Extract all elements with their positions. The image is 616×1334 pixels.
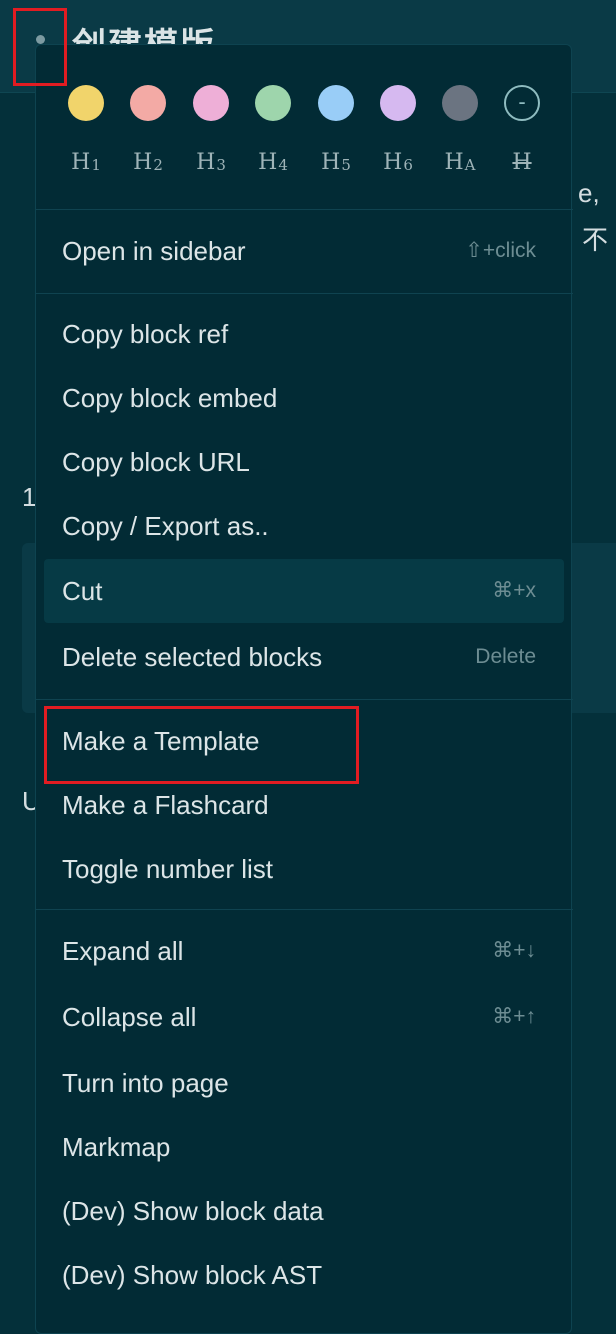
menu-item-shortcut: Delete <box>475 645 536 668</box>
background-text-fragment: e, <box>578 178 600 208</box>
block-context-menu: - H1 H2 H3 H4 H5 H6 HA H Open in sidebar… <box>35 44 573 1334</box>
heading-6-button[interactable]: H6 <box>378 145 418 181</box>
menu-item-shortcut: ⌘+↓ <box>492 939 536 962</box>
menu-item-copy-block-embed[interactable]: Copy block embed <box>44 366 564 430</box>
color-blue-swatch[interactable] <box>318 85 354 121</box>
menu-item-cut[interactable]: Cut ⌘+x <box>44 559 564 623</box>
color-yellow-swatch[interactable] <box>68 85 104 121</box>
heading-none-icon[interactable]: H <box>502 145 542 181</box>
color-picker-row: - <box>68 85 548 121</box>
menu-item-label: Markmap <box>62 1132 171 1162</box>
color-green-swatch[interactable] <box>255 85 291 121</box>
color-gray-swatch[interactable] <box>442 85 478 121</box>
menu-item-copy-block-url[interactable]: Copy block URL <box>44 430 564 494</box>
menu-item-label: Make a Flashcard <box>62 790 269 820</box>
menu-item-label: Make a Template <box>62 726 260 756</box>
menu-item-label: Expand all <box>62 936 184 966</box>
background-text-fragment: 不 <box>582 225 609 255</box>
menu-item-show-block-data[interactable]: (Dev) Show block data <box>44 1179 564 1243</box>
heading-5-button[interactable]: H5 <box>316 145 356 181</box>
menu-item-show-block-ast[interactable]: (Dev) Show block AST <box>44 1243 564 1307</box>
menu-item-label: Toggle number list <box>62 854 273 884</box>
menu-item-turn-into-page[interactable]: Turn into page <box>44 1051 564 1115</box>
menu-item-collapse-all[interactable]: Collapse all ⌘+↑ <box>44 985 564 1049</box>
menu-item-make-flashcard[interactable]: Make a Flashcard <box>44 773 564 837</box>
menu-divider <box>36 209 573 210</box>
heading-4-button[interactable]: H4 <box>253 145 293 181</box>
menu-item-label: Cut <box>62 576 103 606</box>
menu-item-shortcut: ⌘+↑ <box>492 1005 536 1028</box>
color-none-icon[interactable]: - <box>504 85 540 121</box>
menu-item-shortcut: ⇧+click <box>465 239 536 262</box>
menu-item-label: Copy block ref <box>62 319 229 349</box>
menu-item-label: Copy block URL <box>62 447 250 477</box>
menu-divider <box>36 699 573 700</box>
menu-item-open-in-sidebar[interactable]: Open in sidebar ⇧+click <box>44 219 564 283</box>
menu-item-delete-selected-blocks[interactable]: Delete selected blocks Delete <box>44 625 564 689</box>
menu-divider <box>36 909 573 910</box>
menu-item-markmap[interactable]: Markmap <box>44 1115 564 1179</box>
block-bullet[interactable] <box>36 35 45 44</box>
menu-item-shortcut: ⌘+x <box>492 579 536 602</box>
heading-1-button[interactable]: H1 <box>66 145 106 181</box>
heading-picker-row: H1 H2 H3 H4 H5 H6 HA H <box>68 145 548 181</box>
menu-item-expand-all[interactable]: Expand all ⌘+↓ <box>44 919 564 983</box>
heading-2-button[interactable]: H2 <box>128 145 168 181</box>
menu-item-label: Copy block embed <box>62 383 278 413</box>
menu-item-label: Turn into page <box>62 1068 229 1098</box>
menu-item-label: (Dev) Show block AST <box>62 1260 323 1290</box>
heading-3-button[interactable]: H3 <box>191 145 231 181</box>
menu-item-label: (Dev) Show block data <box>62 1196 324 1226</box>
color-red-swatch[interactable] <box>130 85 166 121</box>
menu-item-make-template[interactable]: Make a Template <box>44 709 564 773</box>
menu-item-copy-block-ref[interactable]: Copy block ref <box>44 302 564 366</box>
color-purple-swatch[interactable] <box>380 85 416 121</box>
menu-item-copy-export[interactable]: Copy / Export as.. <box>44 494 564 558</box>
menu-item-label: Collapse all <box>62 1002 197 1032</box>
color-pink-swatch[interactable] <box>193 85 229 121</box>
heading-auto-button[interactable]: HA <box>440 145 480 181</box>
menu-divider <box>36 293 573 294</box>
menu-item-label: Open in sidebar <box>62 236 246 266</box>
menu-item-label: Delete selected blocks <box>62 642 323 672</box>
menu-item-label: Copy / Export as.. <box>62 511 269 541</box>
menu-item-toggle-number-list[interactable]: Toggle number list <box>44 837 564 901</box>
